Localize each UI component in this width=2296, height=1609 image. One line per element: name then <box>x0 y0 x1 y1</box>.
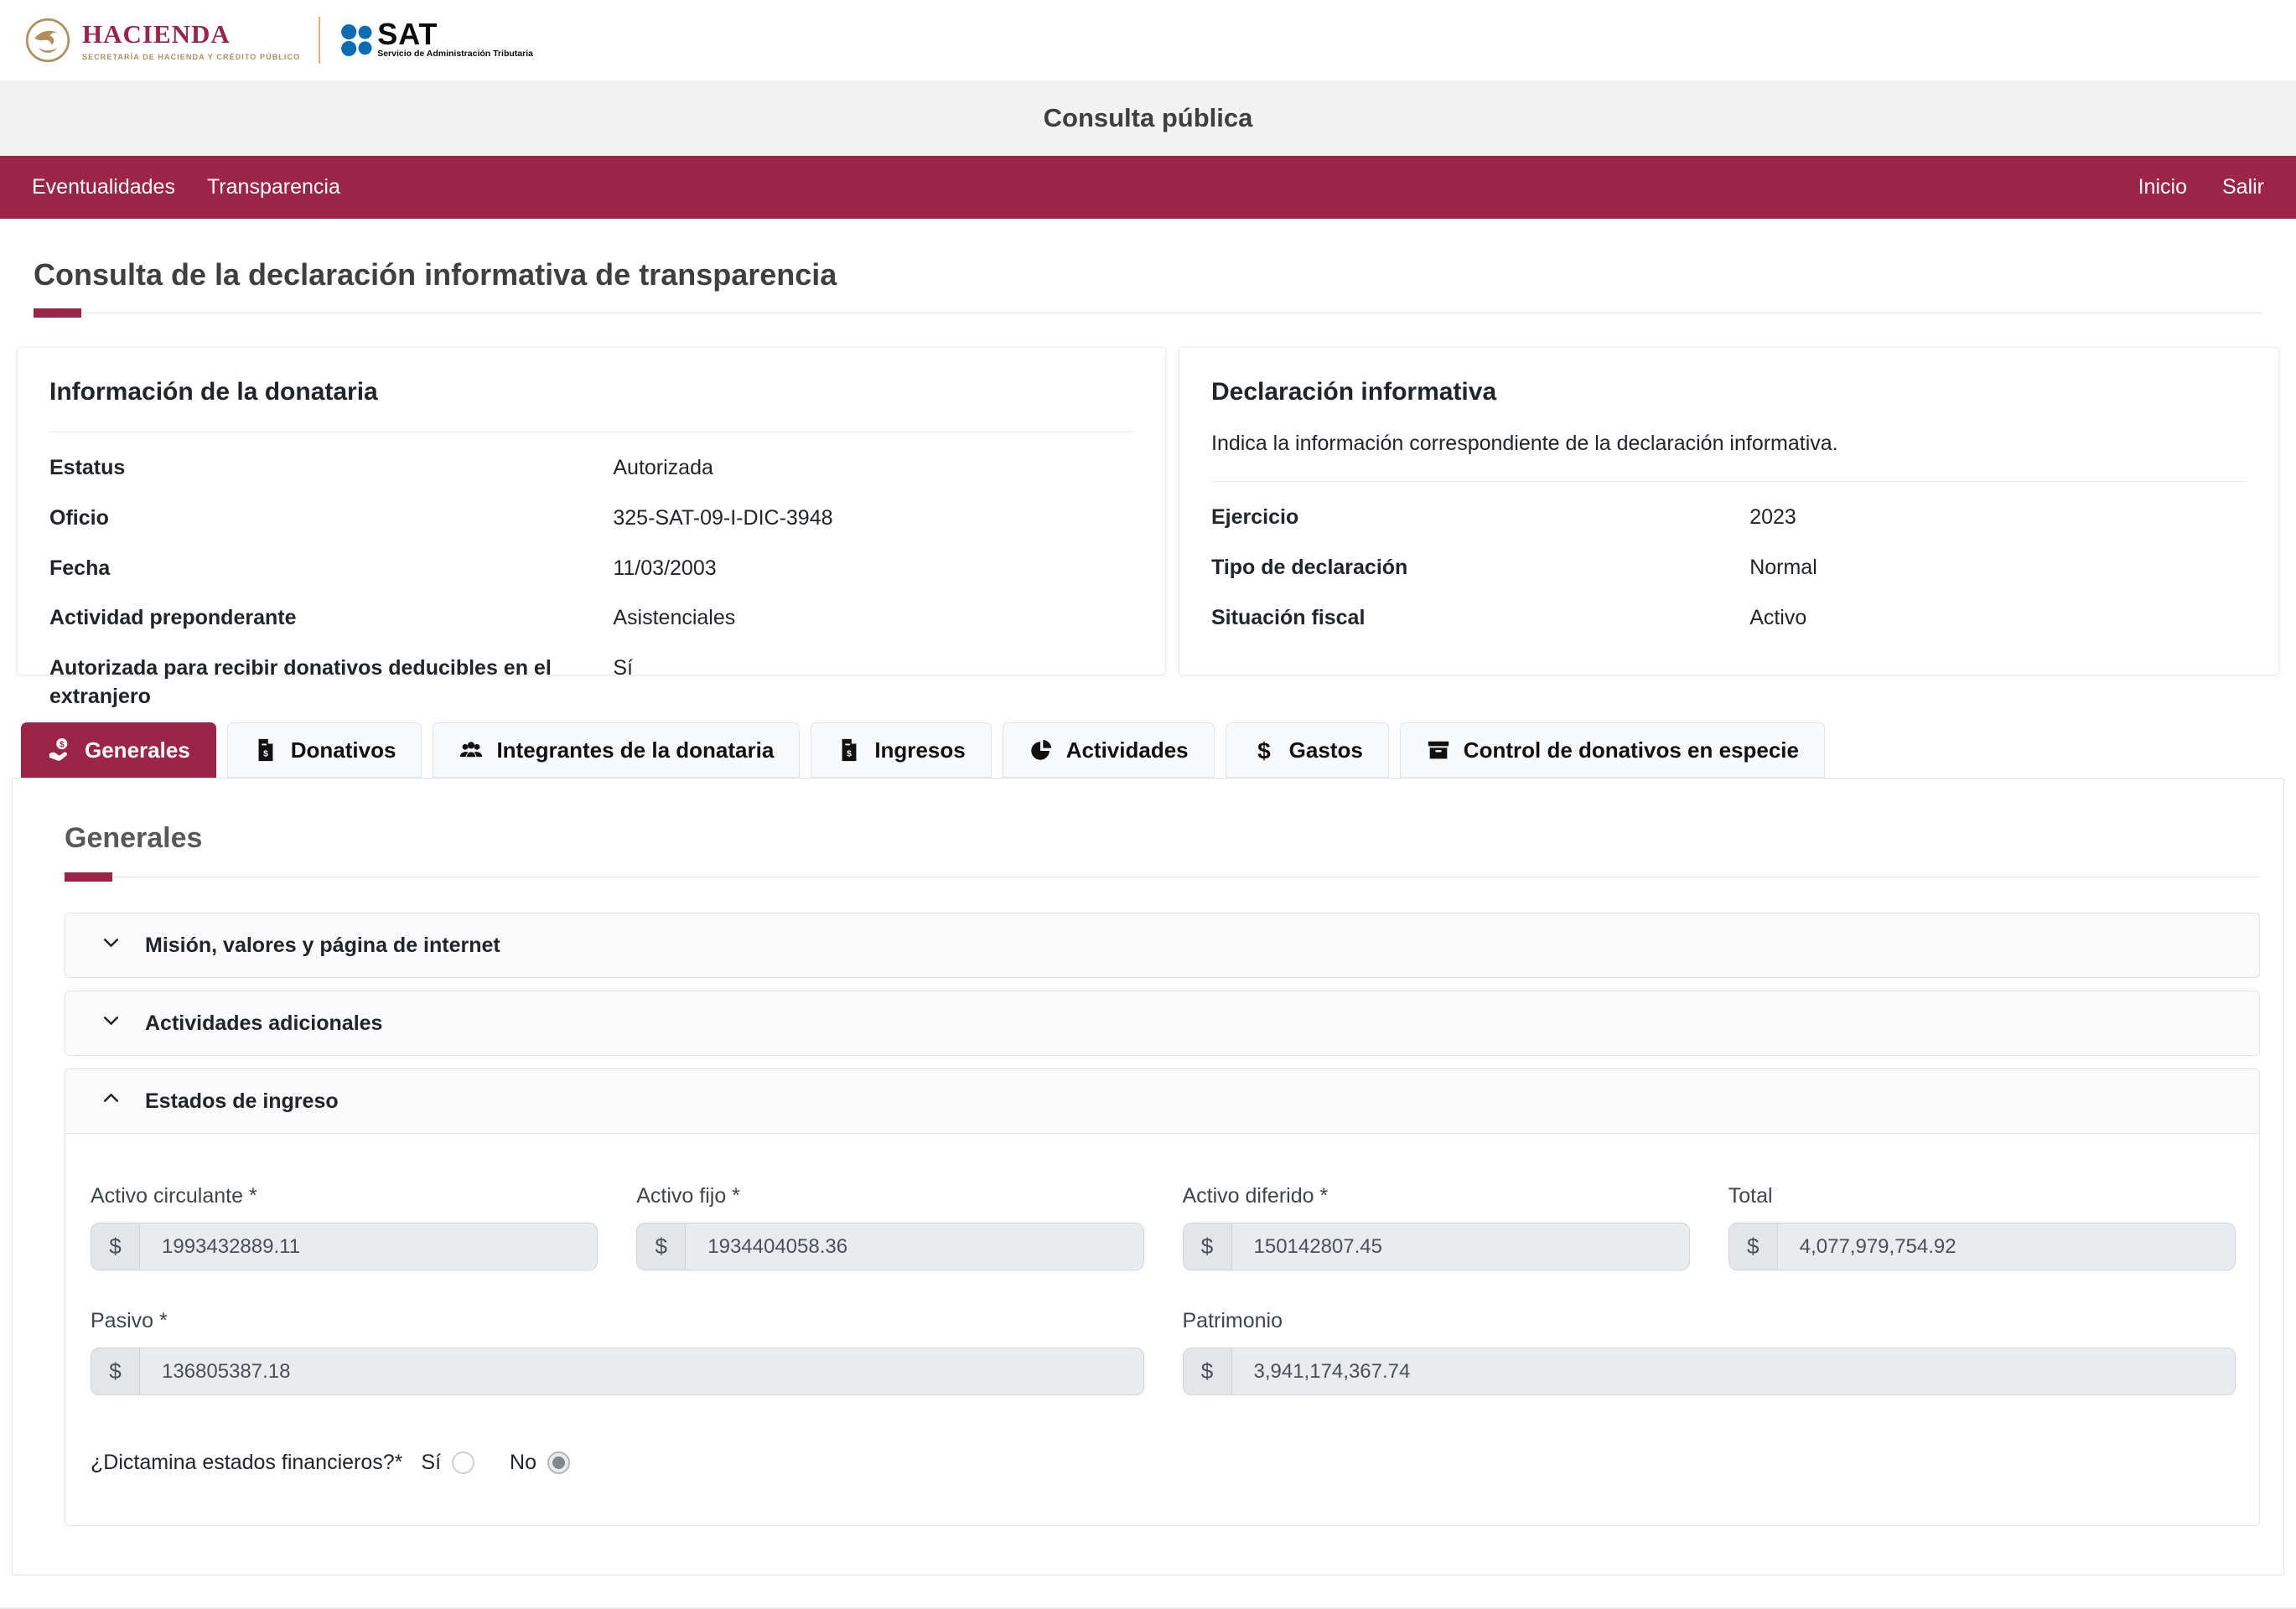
activo-fijo-input[interactable] <box>686 1224 1143 1270</box>
hacienda-seal-icon <box>25 18 70 63</box>
tab-control-donativos-especie[interactable]: Control de donativos en especie <box>1400 722 1825 778</box>
tab-donativos[interactable]: $ Donativos <box>227 722 422 778</box>
logo-divider <box>319 17 320 64</box>
dictamina-question-row: ¿Dictamina estados financieros?* Sí No <box>91 1451 2236 1475</box>
field-activo-diferido: Activo diferido * $ <box>1183 1184 1690 1270</box>
hacienda-subtitle: SECRETARÍA DE HACIENDA Y CRÉDITO PÚBLICO <box>82 53 300 61</box>
tab-bar: $ Generales $ Donativos <box>21 722 2296 778</box>
currency-prefix: $ <box>1184 1224 1232 1270</box>
accordion-title: Actividades adicionales <box>145 1011 382 1036</box>
donee-card-title: Información de la donataria <box>49 378 1133 406</box>
subheader-bar: Consulta pública <box>0 80 2296 156</box>
info-row-estatus: Estatus Autorizada <box>49 454 1133 483</box>
accordion-title: Estados de ingreso <box>145 1089 339 1114</box>
pasivo-input[interactable] <box>140 1348 1143 1394</box>
info-row-extranjero: Autorizada para recibir donativos deduci… <box>49 654 1133 711</box>
info-row-actividad: Actividad preponderante Asistenciales <box>49 604 1133 633</box>
accordion-estados-de-ingreso-header[interactable]: Estados de ingreso <box>65 1069 2259 1133</box>
sat-subtitle: Servicio de Administración Tributaria <box>377 49 533 59</box>
donee-info-card: Información de la donataria Estatus Auto… <box>17 347 1166 675</box>
field-activo-circulante: Activo circulante * $ <box>91 1184 598 1270</box>
activo-circulante-input[interactable] <box>140 1224 597 1270</box>
field-pasivo: Pasivo * $ <box>91 1309 1144 1395</box>
tab-label: Generales <box>85 737 190 763</box>
accordion-actividades-adicionales: Actividades adicionales <box>65 991 2260 1056</box>
hacienda-logo: HACIENDA SECRETARÍA DE HACIENDA Y CRÉDIT… <box>82 19 300 61</box>
accordion-estados-de-ingreso: Estados de ingreso Activo circulante * $… <box>65 1068 2260 1526</box>
info-row-tipo-declaracion: Tipo de declaración Normal <box>1211 554 2247 582</box>
accordion-mision-header[interactable]: Misión, valores y página de internet <box>65 913 2259 977</box>
question-label: ¿Dictamina estados financieros?* <box>91 1451 402 1475</box>
info-row-situacion-fiscal: Situación fiscal Activo <box>1211 604 2247 633</box>
chevron-down-icon <box>101 932 122 959</box>
info-row-fecha: Fecha 11/03/2003 <box>49 555 1133 583</box>
info-row-ejercicio: Ejercicio 2023 <box>1211 504 2247 532</box>
accordion-title: Misión, valores y página de internet <box>145 934 500 958</box>
divider <box>1211 481 2247 482</box>
users-icon <box>459 737 484 763</box>
tab-label: Donativos <box>291 737 396 763</box>
tab-label: Gastos <box>1289 737 1363 763</box>
activo-diferido-input[interactable] <box>1232 1224 1689 1270</box>
file-invoice-dollar-icon: $ <box>837 737 862 763</box>
chevron-down-icon <box>101 1010 122 1037</box>
field-activo-fijo: Activo fijo * $ <box>636 1184 1143 1270</box>
svg-text:$: $ <box>847 750 852 759</box>
nav-item-salir[interactable]: Salir <box>2222 175 2264 199</box>
svg-text:$: $ <box>60 740 65 749</box>
currency-prefix: $ <box>1184 1348 1232 1394</box>
tab-generales[interactable]: $ Generales <box>21 722 216 778</box>
subheader-title: Consulta pública <box>1044 103 1253 133</box>
hand-holding-dollar-icon: $ <box>47 737 72 763</box>
estados-de-ingreso-body: Activo circulante * $ Activo fijo * $ Ac… <box>65 1133 2259 1525</box>
tab-label: Integrantes de la donataria <box>496 737 774 763</box>
sat-logo: SAT Servicio de Administración Tributari… <box>339 22 533 59</box>
tab-label: Actividades <box>1066 737 1189 763</box>
nav-item-transparencia[interactable]: Transparencia <box>207 175 340 199</box>
nav-item-inicio[interactable]: Inicio <box>2138 175 2187 199</box>
declaration-info-card: Declaración informativa Indica la inform… <box>1179 347 2279 675</box>
declaration-card-title: Declaración informativa <box>1211 378 2247 406</box>
currency-prefix: $ <box>637 1224 686 1270</box>
radio-si[interactable] <box>452 1451 474 1474</box>
field-patrimonio: Patrimonio $ <box>1183 1309 2236 1395</box>
radio-no[interactable] <box>547 1451 570 1474</box>
patrimonio-input[interactable] <box>1232 1348 2236 1394</box>
currency-prefix: $ <box>91 1348 140 1394</box>
info-row-oficio: Oficio 325-SAT-09-I-DIC-3948 <box>49 504 1133 533</box>
file-invoice-dollar-icon: $ <box>253 737 278 763</box>
chart-pie-icon <box>1029 737 1054 763</box>
main-navbar: Eventualidades Transparencia Inicio Sali… <box>0 156 2296 219</box>
option-si: Sí <box>421 1451 474 1475</box>
currency-prefix: $ <box>1729 1224 1778 1270</box>
accordion-actividades-adicionales-header[interactable]: Actividades adicionales <box>65 991 2259 1055</box>
tab-label: Ingresos <box>874 737 965 763</box>
chevron-up-icon <box>101 1088 122 1115</box>
tab-integrantes[interactable]: Integrantes de la donataria <box>433 722 800 778</box>
declaration-card-description: Indica la información correspondiente de… <box>1211 432 2247 456</box>
dollar-sign-icon: $ <box>1252 737 1277 763</box>
tab-actividades[interactable]: Actividades <box>1003 722 1215 778</box>
currency-prefix: $ <box>91 1224 140 1270</box>
section-title: Generales <box>65 822 2260 855</box>
tab-ingresos[interactable]: $ Ingresos <box>811 722 991 778</box>
nav-item-eventualidades[interactable]: Eventualidades <box>32 175 175 199</box>
option-no: No <box>510 1451 570 1475</box>
sat-dots-icon <box>339 23 374 58</box>
svg-text:$: $ <box>1257 737 1271 763</box>
tab-gastos[interactable]: $ Gastos <box>1226 722 1389 778</box>
svg-text:$: $ <box>263 750 268 759</box>
total-input[interactable] <box>1778 1224 2235 1270</box>
logo-bar: HACIENDA SECRETARÍA DE HACIENDA Y CRÉDIT… <box>0 0 2296 80</box>
page-title: Consulta de la declaración informativa d… <box>34 257 2296 292</box>
sat-title: SAT <box>377 22 533 48</box>
box-archive-icon <box>1426 737 1451 763</box>
tab-label: Control de donativos en especie <box>1464 737 1799 763</box>
hacienda-title: HACIENDA <box>82 19 300 49</box>
generales-panel: Generales Misión, valores y página de in… <box>12 778 2284 1575</box>
field-total: Total $ <box>1728 1184 2236 1270</box>
accordion-mision: Misión, valores y página de internet <box>65 913 2260 978</box>
